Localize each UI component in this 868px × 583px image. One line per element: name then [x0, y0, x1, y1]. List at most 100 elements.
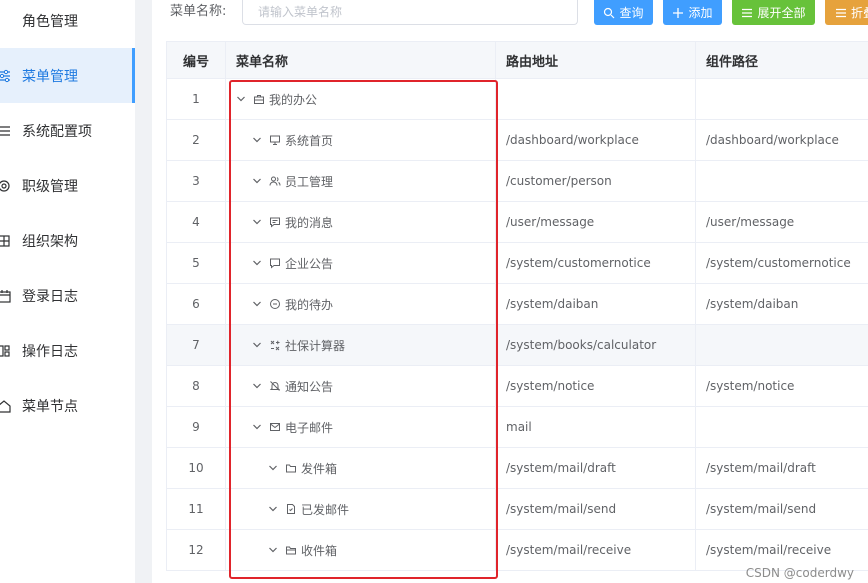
- sidebar-item-role[interactable]: 角色管理: [0, 0, 135, 48]
- row-component: [696, 79, 868, 119]
- briefcase-icon: [253, 93, 265, 105]
- tree-node: 我的办公: [236, 91, 317, 108]
- query-button-label: 查询: [619, 6, 644, 20]
- row-component: /system/mail/draft: [696, 448, 868, 488]
- chevron-down-icon[interactable]: [252, 135, 262, 145]
- menu-table: 编号 菜单名称 路由地址 组件路径 1 我的办公 2 系统首页/dashboard/w…: [166, 41, 868, 571]
- menu-name: 我的办公: [269, 92, 318, 107]
- table-row[interactable]: 7 社保计算器/system/books/calculator: [167, 325, 868, 366]
- bell-icon: [269, 380, 281, 392]
- table-row[interactable]: 10 发件箱/system/mail/draft/system/mail/draf…: [167, 448, 868, 489]
- add-button[interactable]: 添加: [663, 0, 722, 25]
- chevron-down-icon[interactable]: [252, 258, 262, 268]
- query-button[interactable]: 查询: [594, 0, 653, 25]
- row-route: /system/daiban: [496, 284, 696, 324]
- sidebar-item-op-log[interactable]: 操作日志: [0, 323, 135, 378]
- search-label: 菜单名称:: [170, 4, 227, 19]
- table-row[interactable]: 5 企业公告/system/customernotice/system/custo…: [167, 243, 868, 284]
- row-name: 我的待办: [226, 284, 496, 324]
- expand-all-button[interactable]: 展开全部: [732, 0, 815, 25]
- row-num: 5: [167, 243, 226, 283]
- table-row[interactable]: 4 我的消息/user/message/user/message: [167, 202, 868, 243]
- row-route: mail: [496, 407, 696, 447]
- menu-name: 电子邮件: [285, 420, 334, 435]
- add-button-label: 添加: [688, 6, 713, 20]
- chevron-down-icon[interactable]: [252, 340, 262, 350]
- chevron-down-icon[interactable]: [268, 545, 278, 555]
- search-input[interactable]: [242, 0, 578, 25]
- clock-icon: [269, 298, 281, 310]
- folder-icon: [285, 462, 297, 474]
- sidebar-item-config[interactable]: 系统配置项: [0, 103, 135, 158]
- row-component: /system/customernotice: [696, 243, 868, 283]
- chevron-down-icon[interactable]: [252, 381, 262, 391]
- sidebar-item-rank[interactable]: 职级管理: [0, 158, 135, 213]
- sidebar-item-login-log[interactable]: 登录日志: [0, 268, 135, 323]
- row-num: 6: [167, 284, 226, 324]
- row-route: /system/mail/send: [496, 489, 696, 529]
- row-num: 9: [167, 407, 226, 447]
- menu-name: 发件箱: [301, 461, 338, 476]
- chevron-down-icon[interactable]: [236, 94, 246, 104]
- menu-name: 通知公告: [285, 379, 334, 394]
- table-row[interactable]: 9 电子邮件 mail: [167, 407, 868, 448]
- menu-name: 我的待办: [285, 297, 334, 312]
- header-route: 路由地址: [496, 42, 696, 78]
- monitor-icon: [269, 134, 281, 146]
- sidebar-item-label: 角色管理: [22, 13, 78, 30]
- row-component: /system/notice: [696, 366, 868, 406]
- row-component: [696, 325, 868, 365]
- chevron-down-icon[interactable]: [252, 299, 262, 309]
- calendar-icon: [0, 288, 12, 304]
- chevron-down-icon[interactable]: [268, 504, 278, 514]
- row-route: /system/customernotice: [496, 243, 696, 283]
- row-route: /dashboard/workplace: [496, 120, 696, 160]
- fold-all-button-label: 折叠: [851, 6, 868, 20]
- row-name: 企业公告: [226, 243, 496, 283]
- row-component: [696, 407, 868, 447]
- table-row[interactable]: 1 我的办公: [167, 79, 868, 120]
- tree-node: 我的消息: [252, 214, 333, 231]
- expand-all-button-label: 展开全部: [757, 6, 806, 20]
- search-icon: [604, 7, 615, 18]
- home-icon: [0, 398, 12, 414]
- chat-icon: [269, 257, 281, 269]
- sidebar-item-label: 登录日志: [22, 288, 78, 305]
- row-num: 4: [167, 202, 226, 242]
- sidebar-item-menu[interactable]: 菜单管理: [0, 48, 135, 103]
- layout-gutter: [135, 0, 152, 583]
- menu-sliders-icon: [0, 68, 12, 84]
- sidebar-item-label: 操作日志: [22, 343, 78, 360]
- sidebar-item-menu-node[interactable]: 菜单节点: [0, 378, 135, 433]
- chevron-down-icon[interactable]: [252, 422, 262, 432]
- row-num: 3: [167, 161, 226, 201]
- chevron-down-icon[interactable]: [252, 176, 262, 186]
- table-row[interactable]: 3 员工管理/customer/person: [167, 161, 868, 202]
- menu-name: 社保计算器: [285, 338, 346, 353]
- row-name: 已发邮件: [226, 489, 496, 529]
- chevron-down-icon[interactable]: [268, 463, 278, 473]
- row-name: 电子邮件: [226, 407, 496, 447]
- fold-all-button[interactable]: 折叠: [825, 0, 868, 25]
- chevron-down-icon[interactable]: [252, 217, 262, 227]
- row-route: [496, 79, 696, 119]
- menu-name: 收件箱: [301, 543, 338, 558]
- table-row[interactable]: 6 我的待办/system/daiban/system/daiban: [167, 284, 868, 325]
- table-row[interactable]: 11 已发邮件/system/mail/send/system/mail/send: [167, 489, 868, 530]
- calculator-icon: [269, 339, 281, 351]
- users-icon: [269, 175, 281, 187]
- row-name: 员工管理: [226, 161, 496, 201]
- row-component: /system/mail/receive: [696, 530, 868, 570]
- table-row[interactable]: 2 系统首页/dashboard/workplace/dashboard/work…: [167, 120, 868, 161]
- row-route: /system/notice: [496, 366, 696, 406]
- tree-node: 企业公告: [252, 255, 333, 272]
- menu-name: 系统首页: [285, 133, 334, 148]
- sidebar-item-label: 菜单节点: [22, 398, 78, 415]
- sidebar-item-org[interactable]: 组织架构: [0, 213, 135, 268]
- row-num: 12: [167, 530, 226, 570]
- table-row[interactable]: 12 收件箱/system/mail/receive/system/mail/re…: [167, 530, 868, 571]
- row-num: 10: [167, 448, 226, 488]
- table-row[interactable]: 8 通知公告/system/notice/system/notice: [167, 366, 868, 407]
- row-num: 1: [167, 79, 226, 119]
- tree-node: 收件箱: [268, 542, 337, 559]
